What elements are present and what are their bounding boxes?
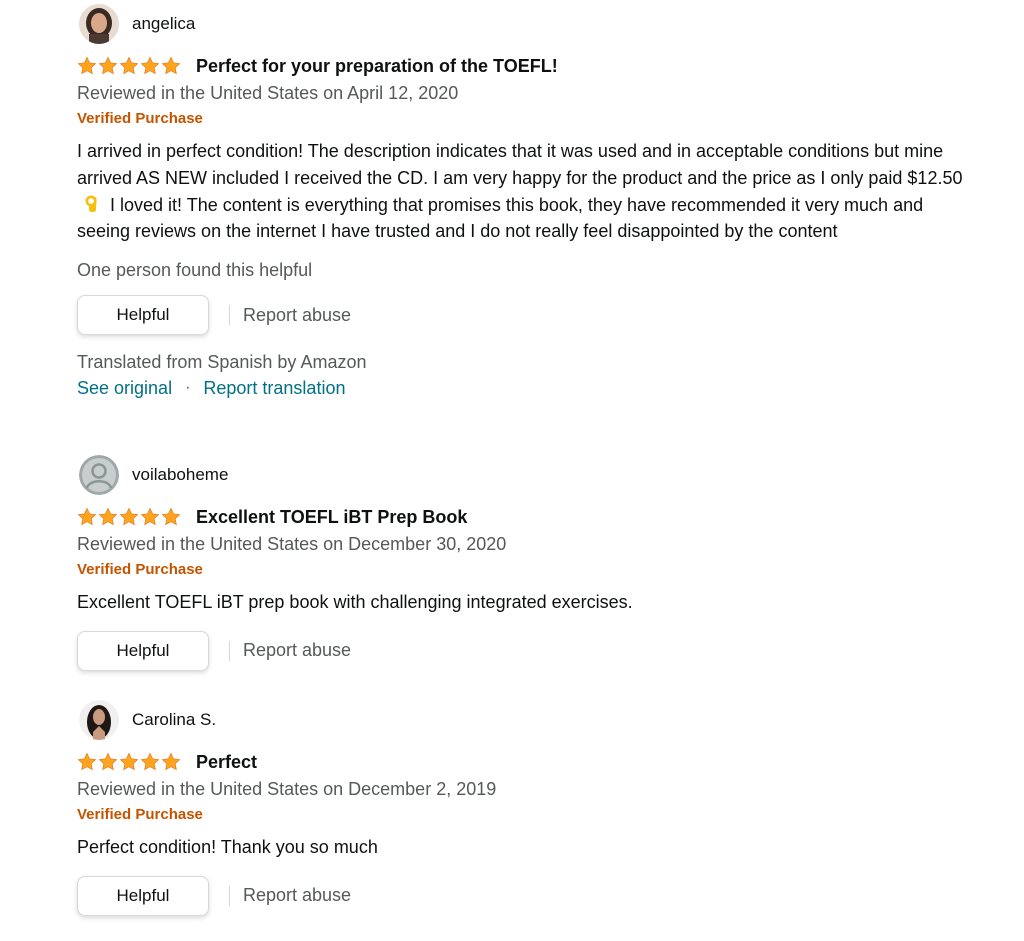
reviewer-name[interactable]: Carolina S. <box>132 710 216 730</box>
default-avatar-icon <box>79 455 119 495</box>
divider <box>229 885 230 906</box>
review-card: Carolina S. Perfect Reviewed in the Unit… <box>77 698 977 917</box>
star-icon <box>161 507 181 527</box>
divider <box>229 640 230 661</box>
report-abuse-link[interactable]: Report abuse <box>243 305 351 326</box>
star-icon <box>77 507 97 527</box>
reviewer-name[interactable]: angelica <box>132 14 195 34</box>
review-card: angelica Perfect for your preparation of… <box>77 2 977 401</box>
star-icon <box>77 56 97 76</box>
star-icon <box>161 56 181 76</box>
star-icon <box>119 507 139 527</box>
see-original-link[interactable]: See original <box>77 375 172 401</box>
review-body-text: I arrived in perfect condition! The desc… <box>77 141 963 188</box>
separator-dot: · <box>185 379 191 397</box>
verified-purchase-badge: Verified Purchase <box>77 806 203 823</box>
review-title[interactable]: Perfect <box>196 752 257 773</box>
star-icon <box>140 507 160 527</box>
star-rating[interactable] <box>77 56 183 76</box>
reviewer-profile[interactable]: angelica <box>77 2 977 46</box>
helpful-button[interactable]: Helpful <box>77 630 209 671</box>
star-icon <box>119 56 139 76</box>
helpful-button[interactable]: Helpful <box>77 295 209 336</box>
review-body: I arrived in perfect condition! The desc… <box>77 138 967 245</box>
verified-purchase-badge: Verified Purchase <box>77 561 203 578</box>
ok-hand-emoji-icon <box>85 195 97 212</box>
reviewer-profile[interactable]: Carolina S. <box>77 698 977 742</box>
star-icon <box>140 752 160 772</box>
star-icon <box>98 56 118 76</box>
report-abuse-link[interactable]: Report abuse <box>243 640 351 661</box>
review-body-text: I loved it! The content is everything th… <box>77 194 924 242</box>
report-translation-link[interactable]: Report translation <box>203 375 345 401</box>
avatar-photo-icon <box>79 700 119 740</box>
reviewer-profile[interactable]: voilaboheme <box>77 453 977 497</box>
review-title[interactable]: Excellent TOEFL iBT Prep Book <box>196 507 467 528</box>
translation-note: Translated from Spanish by Amazon <box>77 352 367 373</box>
divider <box>229 305 230 326</box>
avatar[interactable] <box>79 455 119 495</box>
review-body: Perfect condition! Thank you so much <box>77 837 378 857</box>
review-card: voilaboheme Excellent TOEFL iBT Prep Boo… <box>77 453 977 672</box>
star-rating[interactable] <box>77 752 183 772</box>
avatar[interactable] <box>79 700 119 740</box>
report-abuse-link[interactable]: Report abuse <box>243 885 351 906</box>
helpful-count: One person found this helpful <box>77 260 313 281</box>
review-title[interactable]: Perfect for your preparation of the TOEF… <box>196 56 558 77</box>
helpful-button[interactable]: Helpful <box>77 875 209 916</box>
star-icon <box>98 752 118 772</box>
reviewer-name[interactable]: voilaboheme <box>132 465 228 485</box>
star-icon <box>119 752 139 772</box>
star-icon <box>77 752 97 772</box>
verified-purchase-badge: Verified Purchase <box>77 110 203 127</box>
star-icon <box>161 752 181 772</box>
avatar-photo-icon <box>79 4 119 44</box>
star-icon <box>98 507 118 527</box>
review-date: Reviewed in the United States on Decembe… <box>77 534 507 554</box>
review-date: Reviewed in the United States on April 1… <box>77 83 459 103</box>
star-icon <box>140 56 160 76</box>
avatar[interactable] <box>79 4 119 44</box>
star-rating[interactable] <box>77 507 183 527</box>
review-body: Excellent TOEFL iBT prep book with chall… <box>77 592 633 612</box>
review-date: Reviewed in the United States on Decembe… <box>77 779 497 799</box>
